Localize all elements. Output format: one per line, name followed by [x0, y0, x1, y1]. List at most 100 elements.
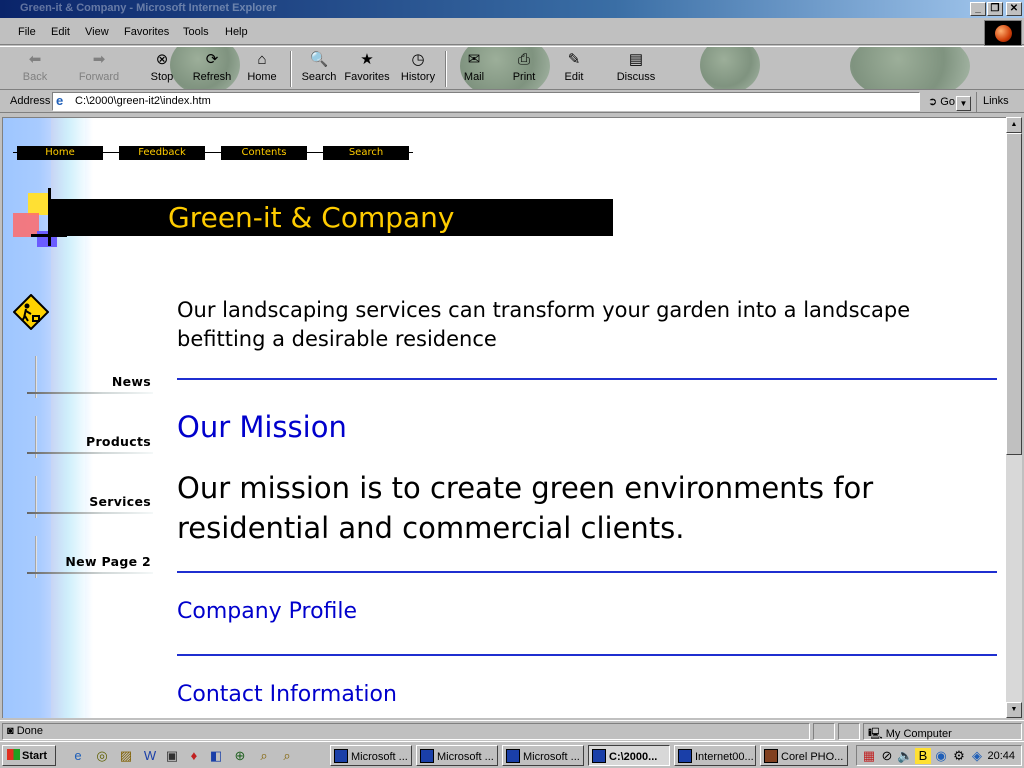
edit-icon: ✎ — [567, 51, 581, 68]
task-button-2[interactable]: Microsoft ... — [416, 745, 498, 766]
quicklaunch-camera-icon[interactable]: ▣ — [164, 748, 180, 764]
side-link-new-page-2[interactable]: New Page 2 — [23, 536, 155, 586]
search-button[interactable]: 🔍 Search — [294, 51, 344, 87]
menu-view[interactable]: View — [85, 26, 109, 38]
discuss-icon: ▤ — [628, 51, 644, 68]
side-link-label[interactable]: News — [112, 374, 151, 389]
edit-button[interactable]: ✎ Edit — [549, 51, 599, 87]
side-link-services[interactable]: Services — [23, 476, 155, 526]
nav-search-link[interactable]: Search — [323, 146, 409, 160]
tray-icon[interactable]: B — [915, 748, 931, 764]
scroll-down-button[interactable]: ▼ — [1006, 702, 1022, 718]
go-button[interactable]: ➲ Go — [928, 95, 955, 108]
system-tray: ▦ ⊘ 🔈 B ◉ ⚙ ◈ 20:44 — [856, 745, 1022, 766]
toolbar-separator — [445, 51, 447, 87]
history-icon: ◷ — [411, 51, 425, 68]
quicklaunch-app-icon[interactable]: ◧ — [208, 748, 224, 764]
side-link-products[interactable]: Products — [23, 416, 155, 466]
quicklaunch-outlook-icon[interactable]: ◎ — [94, 748, 110, 764]
task-button-1[interactable]: Microsoft ... — [330, 745, 412, 766]
status-panel — [838, 723, 860, 740]
contact-information-link[interactable]: Contact Information — [177, 682, 397, 707]
printer-icon: ⎙ — [517, 51, 530, 68]
address-bar: Address e C:\2000\green-it2\index.htm ▼ … — [0, 91, 1024, 113]
nav-feedback-link[interactable]: Feedback — [119, 146, 205, 160]
tray-icon[interactable]: ▦ — [861, 748, 877, 764]
history-button[interactable]: ◷ History — [393, 51, 443, 87]
home-button[interactable]: ⌂ Home — [237, 51, 287, 87]
ie-throbber-logo — [984, 20, 1022, 46]
quicklaunch-desktop-icon[interactable]: ▨ — [118, 748, 134, 764]
status-panel — [813, 723, 835, 740]
link-decor-line — [27, 572, 153, 574]
logo-horizontal-bar — [31, 234, 67, 237]
tray-icon[interactable]: ◈ — [969, 748, 985, 764]
toolbar: ⬅ Back ➡ Forward ⊗ Stop ⟳ Refresh ⌂ Home 🔍 Sea… — [0, 46, 1024, 90]
tray-icon[interactable]: ⚙ — [951, 748, 967, 764]
stop-button[interactable]: ⊗ Stop — [137, 51, 187, 87]
status-bar: ◙ Done 🖳 My Computer — [0, 720, 1024, 741]
refresh-button[interactable]: ⟳ Refresh — [187, 51, 237, 87]
favorites-button[interactable]: ★ Favorites — [342, 51, 392, 87]
ie-window-icon — [592, 749, 606, 763]
quicklaunch-ie-icon[interactable]: e — [70, 748, 86, 764]
tray-icon[interactable]: ⊘ — [879, 748, 895, 764]
menu-edit[interactable]: Edit — [51, 26, 70, 38]
start-button[interactable]: Start — [2, 745, 56, 766]
clock[interactable]: 20:44 — [987, 750, 1015, 762]
quicklaunch-balloon-icon[interactable]: ♦ — [186, 748, 202, 764]
home-icon: ⌂ — [257, 51, 267, 68]
nav-home-link[interactable]: Home — [17, 146, 103, 160]
address-label: Address — [10, 95, 51, 107]
quicklaunch-search-icon[interactable]: ⌕ — [256, 748, 272, 764]
menu-help[interactable]: Help — [225, 26, 248, 38]
address-input[interactable]: e C:\2000\green-it2\index.htm ▼ — [52, 92, 971, 111]
taskbar: Start e ◎ ▨ W ▣ ♦ ◧ ⊕ ⌕ ⌕ Microsoft ... … — [0, 741, 1024, 768]
links-button[interactable]: Links — [976, 92, 1024, 112]
corel-icon — [764, 749, 778, 763]
tray-icon[interactable]: ◉ — [933, 748, 949, 764]
close-button[interactable]: ✕ — [1006, 2, 1022, 16]
side-link-news[interactable]: News — [23, 356, 155, 406]
side-link-label[interactable]: Products — [86, 434, 151, 449]
menu-file[interactable]: File — [18, 26, 36, 38]
status-panel: ◙ Done — [2, 723, 810, 740]
scroll-up-button[interactable]: ▲ — [1006, 117, 1022, 133]
address-value[interactable]: C:\2000\green-it2\index.htm — [75, 95, 211, 107]
zone-panel: 🖳 My Computer — [863, 723, 1022, 740]
side-link-label[interactable]: New Page 2 — [65, 554, 151, 569]
task-button-5[interactable]: Internet00... — [674, 745, 756, 766]
discuss-button[interactable]: ▤ Discuss — [611, 51, 661, 87]
quicklaunch-find-icon[interactable]: ⌕ — [279, 748, 295, 764]
scroll-thumb[interactable] — [1006, 133, 1022, 455]
menu-tools[interactable]: Tools — [183, 26, 209, 38]
word-document-icon — [678, 749, 692, 763]
back-button[interactable]: ⬅ Back — [10, 51, 60, 87]
maximize-button[interactable]: ❐ — [987, 2, 1003, 16]
logo-yellow-square — [28, 193, 50, 215]
task-button-3[interactable]: Microsoft ... — [502, 745, 584, 766]
company-profile-link[interactable]: Company Profile — [177, 599, 357, 624]
site-banner: Green-it & Company — [51, 199, 613, 236]
intro-paragraph: Our landscaping services can transform y… — [177, 298, 911, 351]
side-link-label[interactable]: Services — [89, 494, 151, 509]
my-computer-icon: 🖳 — [868, 728, 886, 740]
nav-contents-link[interactable]: Contents — [221, 146, 307, 160]
task-button-active[interactable]: C:\2000... — [588, 745, 670, 766]
mail-button[interactable]: ✉ Mail — [449, 51, 499, 87]
menu-favorites[interactable]: Favorites — [124, 26, 169, 38]
address-dropdown-button[interactable]: ▼ — [956, 96, 971, 111]
quicklaunch-globe-icon[interactable]: ⊕ — [232, 748, 248, 764]
window-icon — [506, 749, 520, 763]
window-title: Green-it & Company - Microsoft Internet … — [20, 2, 277, 14]
search-icon: 🔍 — [309, 51, 329, 68]
volume-icon[interactable]: 🔈 — [897, 748, 913, 764]
vertical-scrollbar[interactable]: ▲ ▼ — [1006, 117, 1022, 718]
link-decor-line — [27, 392, 153, 394]
horizontal-rule — [177, 571, 997, 573]
task-button-6[interactable]: Corel PHO... — [760, 745, 848, 766]
minimize-button[interactable]: _ — [970, 2, 986, 16]
print-button[interactable]: ⎙ Print — [499, 51, 549, 87]
quicklaunch-word-icon[interactable]: W — [142, 748, 158, 764]
forward-button[interactable]: ➡ Forward — [74, 51, 124, 87]
